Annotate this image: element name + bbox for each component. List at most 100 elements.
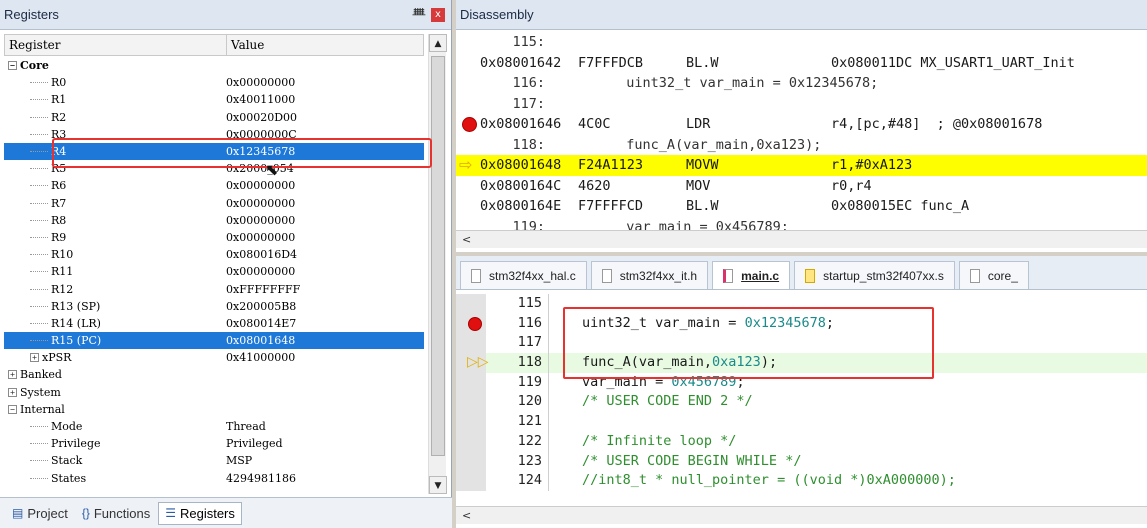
bottom-tab-functions[interactable]: {} Functions	[76, 503, 156, 524]
register-value: 4294981186	[226, 471, 296, 485]
file-tab-bar: stm32f4xx_hal.c stm32f4xx_it.h main.c start…	[456, 256, 1147, 290]
register-name: System	[20, 385, 61, 399]
asm-mn: MOV	[686, 177, 711, 194]
project-icon: ▤	[12, 506, 24, 520]
asm-line[interactable]: 0x08001646 4C0C LDR r4,[pc,#48] ; @0x080016…	[456, 114, 1147, 135]
tree-line	[30, 185, 48, 187]
code-line[interactable]: 124 //int8_t * null_pointer = ((void *)0x…	[456, 471, 1147, 491]
register-name-cell: R15 (PC)	[4, 332, 101, 349]
register-row[interactable]: R14 (LR) 0x080014E7	[4, 315, 424, 332]
code-gutter[interactable]	[456, 333, 486, 354]
source-line[interactable]: 115:	[456, 32, 1147, 53]
source-line[interactable]: 116: uint32_t var_main = 0x12345678;	[456, 73, 1147, 94]
code-line[interactable]: 122 /* Infinite loop */	[456, 431, 1147, 452]
file-tab[interactable]: stm32f4xx_hal.c	[460, 261, 587, 289]
expander-icon[interactable]: +	[30, 353, 39, 363]
asm-line[interactable]: 0x0800164E F7FFFFCD BL.W 0x080015EC func_A	[456, 196, 1147, 217]
asm-args: 0x080015EC func_A	[831, 198, 970, 214]
expander-icon[interactable]: −	[8, 61, 17, 71]
code-line[interactable]: 121	[456, 412, 1147, 432]
register-row[interactable]: − Internal	[4, 401, 424, 418]
code-line[interactable]: 123 /* USER CODE BEGIN WHILE */	[456, 451, 1147, 472]
bottom-tab-project[interactable]: ▤ Project	[6, 503, 74, 524]
disassembly-hscrollbar[interactable]: <	[456, 230, 1147, 248]
register-row[interactable]: R10 0x080016D4	[4, 246, 424, 263]
file-tab[interactable]: startup_stm32f407xx.s	[794, 261, 955, 289]
register-row[interactable]: R12 0xFFFFFFFF	[4, 280, 424, 297]
code-line[interactable]: 120 /* USER CODE END 2 */	[456, 392, 1147, 413]
register-row[interactable]: R7 0x00000000	[4, 195, 424, 212]
register-row[interactable]: Stack MSP	[4, 452, 424, 469]
register-value: 0x200005B8	[226, 299, 297, 313]
file-tab[interactable]: main.c	[712, 261, 791, 289]
expander-icon[interactable]: +	[8, 370, 17, 380]
line-number: 118	[517, 354, 542, 371]
file-icon	[601, 268, 612, 283]
asm-op: 4620	[578, 177, 611, 194]
register-name-cell: Privilege	[4, 435, 101, 452]
line-separator	[548, 471, 549, 491]
code-gutter[interactable]	[456, 471, 486, 491]
tree-line	[30, 202, 48, 204]
file-icon	[969, 268, 980, 283]
register-row[interactable]: R11 0x00000000	[4, 263, 424, 280]
editor-hscrollbar[interactable]: <	[456, 506, 1147, 524]
asm-addr: 0x08001648	[480, 157, 562, 173]
file-tab[interactable]: stm32f4xx_it.h	[590, 261, 709, 289]
scroll-thumb[interactable]	[431, 56, 445, 456]
register-row[interactable]: R8 0x00000000	[4, 212, 424, 229]
register-name: R10	[51, 248, 74, 262]
asm-line[interactable]: 0x0800164C 4620 MOV r0,r4	[456, 176, 1147, 197]
code-gutter[interactable]	[456, 392, 486, 413]
source-line[interactable]: 118: func_A(var_main,0xa123);	[456, 135, 1147, 156]
code-gutter[interactable]	[456, 412, 486, 432]
scroll-up-arrow-icon[interactable]: ▲	[429, 34, 447, 52]
register-name-cell: R2	[4, 109, 66, 126]
source-text: 118: func_A(var_main,0xa123);	[480, 136, 822, 153]
register-row[interactable]: R13 (SP) 0x200005B8	[4, 298, 424, 315]
tree-line	[30, 254, 48, 256]
register-scrollbar[interactable]: ▲ ▼	[428, 34, 447, 494]
register-row[interactable]: R1 0x40011000	[4, 91, 424, 108]
register-value: MSP	[226, 454, 253, 468]
close-icon[interactable]: x	[431, 7, 445, 22]
asm-line[interactable]: ⇨ 0x08001648 F24A1123 MOVW r1,#0xA123	[456, 155, 1147, 176]
register-row[interactable]: Privilege Privileged	[4, 435, 424, 452]
breakpoint-icon[interactable]	[468, 316, 482, 331]
column-register[interactable]: Register	[5, 35, 227, 55]
register-name: Mode	[51, 420, 83, 434]
file-tab[interactable]: core_	[958, 261, 1029, 289]
code-gutter[interactable]	[456, 372, 486, 393]
file-tab-label: stm32f4xx_it.h	[619, 268, 698, 283]
expander-icon[interactable]: −	[8, 404, 17, 414]
register-name-cell: + System	[4, 384, 61, 401]
register-name: Stack	[51, 454, 83, 468]
register-row[interactable]: + xPSR 0x41000000	[4, 349, 424, 366]
register-row[interactable]: + System	[4, 384, 424, 401]
register-name-cell: Stack	[4, 452, 82, 469]
source-line[interactable]: 117:	[456, 94, 1147, 115]
pin-icon[interactable]: ᚙ	[411, 8, 427, 21]
register-row[interactable]: Mode Thread	[4, 418, 424, 435]
code-gutter[interactable]	[456, 294, 486, 314]
register-row[interactable]: R9 0x00000000	[4, 229, 424, 246]
code-gutter[interactable]	[456, 451, 486, 472]
register-name: R7	[51, 196, 67, 210]
code-gutter[interactable]	[456, 431, 486, 452]
register-row[interactable]: + Banked	[4, 366, 424, 383]
expander-icon[interactable]: +	[8, 387, 17, 397]
asm-line[interactable]: 0x08001642 F7FFFDCB BL.W 0x080011DC MX_USAR…	[456, 53, 1147, 74]
register-row[interactable]: R6 0x00000000	[4, 177, 424, 194]
breakpoint-icon[interactable]	[462, 117, 477, 132]
column-value[interactable]: Value	[227, 35, 423, 55]
scroll-down-arrow-icon[interactable]: ▼	[429, 476, 447, 494]
register-row[interactable]: R15 (PC) 0x08001648	[4, 332, 424, 350]
register-row[interactable]: R0 0x00000000	[4, 74, 424, 91]
asm-addr: 0x08001646	[480, 116, 562, 132]
bottom-tab-registers[interactable]: ☰ Registers	[158, 501, 242, 525]
register-row[interactable]: R2 0x00020D00	[4, 109, 424, 126]
code-text: /* Infinite loop */	[582, 432, 737, 449]
register-row[interactable]: States 4294981186	[4, 470, 424, 487]
register-row[interactable]: − Core	[4, 57, 424, 74]
register-tree: − Core R0 0x00000000 R1 0x40011000 R2 0x00020D0…	[4, 57, 424, 495]
